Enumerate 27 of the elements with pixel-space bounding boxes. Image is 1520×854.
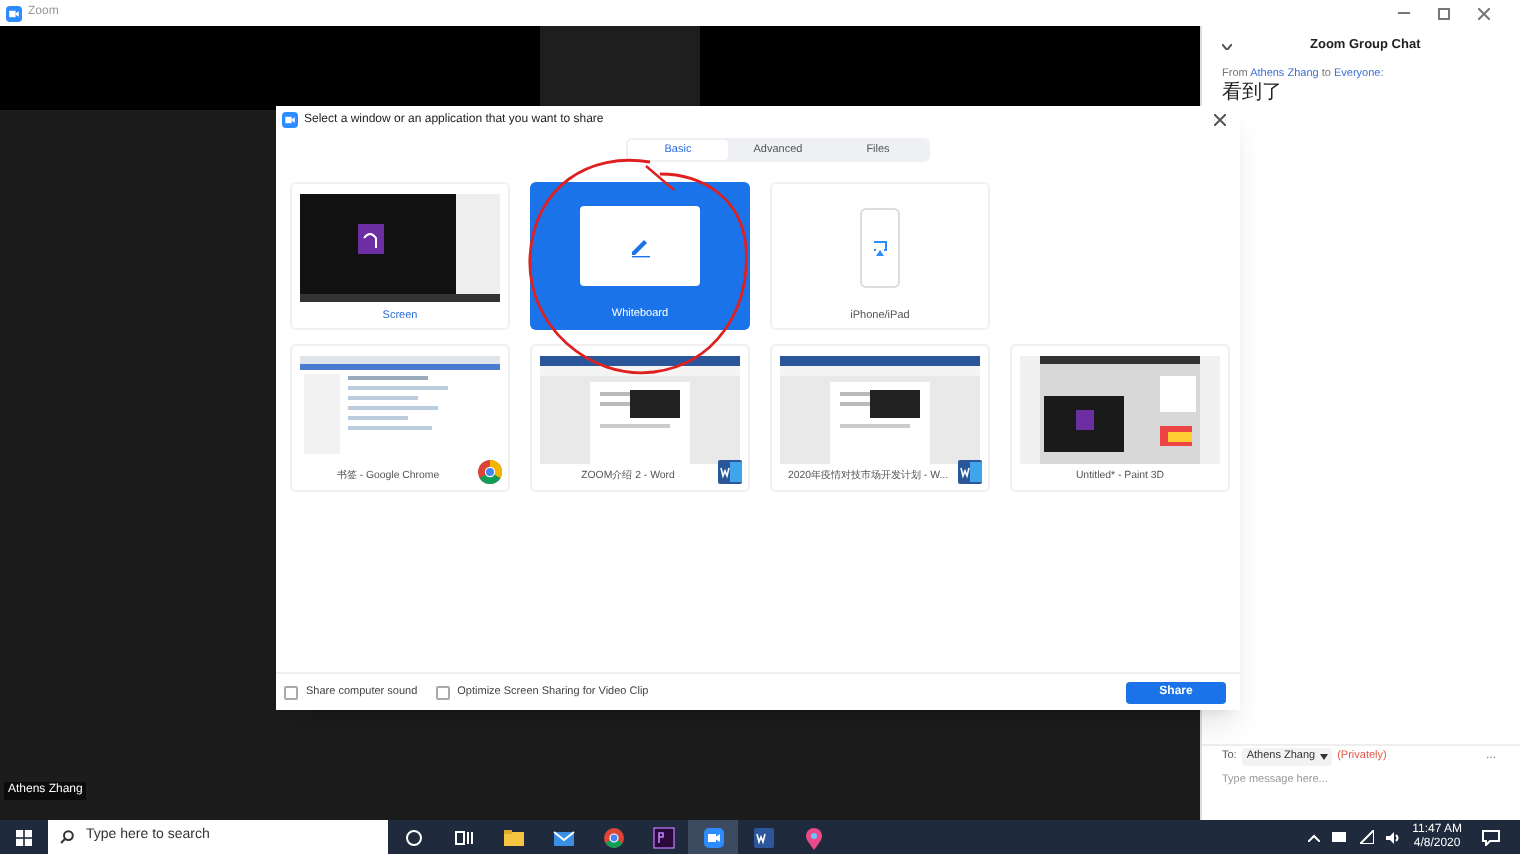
premiere-icon[interactable] [649, 823, 677, 851]
maximize-icon[interactable] [1438, 7, 1450, 19]
word-icon [718, 460, 742, 484]
close-icon[interactable] [1214, 114, 1226, 126]
windows-start-icon[interactable] [16, 829, 32, 845]
zoom-logo-icon [282, 112, 298, 128]
battery-icon[interactable] [1332, 832, 1349, 842]
word-icon [958, 460, 982, 484]
video-tile[interactable] [540, 26, 700, 110]
chrome-icon [478, 460, 502, 484]
speaker-icon[interactable] [1386, 831, 1401, 843]
message-text: 看到了 [1220, 82, 1284, 105]
close-icon[interactable] [1478, 7, 1490, 19]
airplay-icon [872, 240, 888, 256]
chevron-up-icon[interactable] [1308, 833, 1321, 841]
zoom-logo-icon [6, 5, 22, 21]
chrome-icon[interactable] [599, 823, 627, 851]
pencil-icon [628, 234, 652, 258]
network-icon[interactable] [1360, 830, 1375, 844]
video-camera-icon[interactable] [699, 823, 727, 851]
search-icon [60, 830, 74, 844]
checkbox[interactable] [435, 685, 450, 699]
word-icon[interactable] [749, 823, 777, 851]
notification-icon[interactable] [1482, 829, 1500, 845]
checkbox[interactable] [284, 685, 298, 699]
caret-icon [1319, 754, 1328, 760]
collapse-icon[interactable] [1222, 43, 1232, 49]
